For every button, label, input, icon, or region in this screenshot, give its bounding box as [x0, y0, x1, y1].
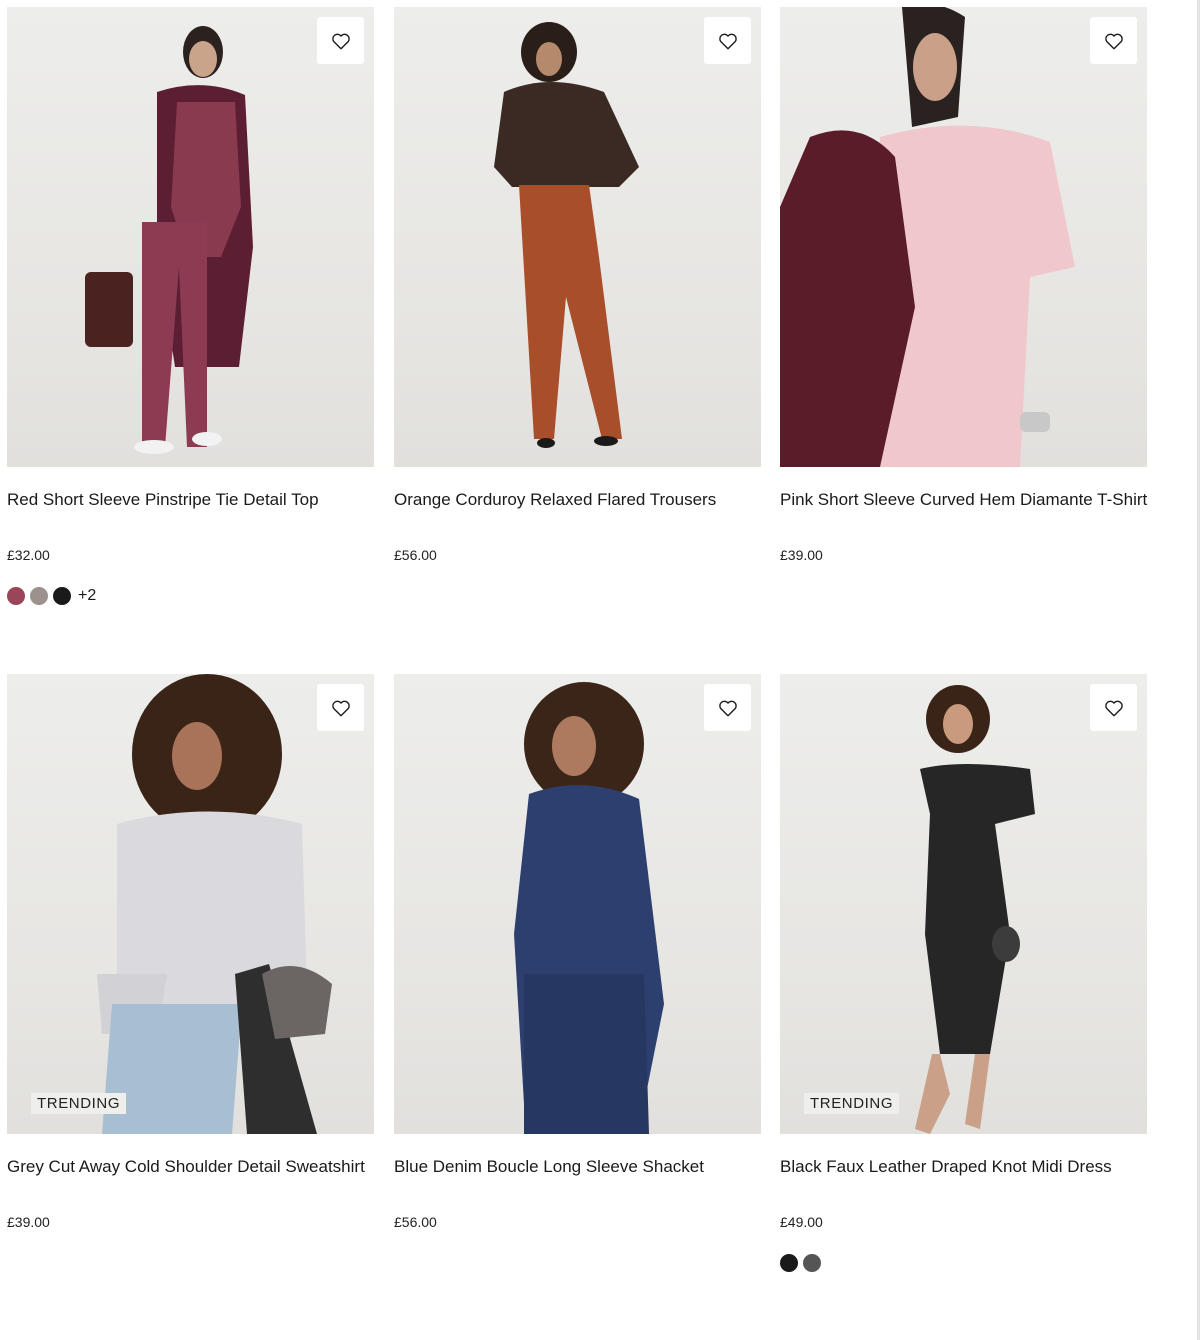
model-photo — [780, 7, 1075, 467]
color-swatches: +2 — [7, 587, 374, 605]
product-title[interactable]: Orange Corduroy Relaxed Flared Trousers — [394, 489, 761, 533]
product-title[interactable]: Blue Denim Boucle Long Sleeve Shacket — [394, 1156, 761, 1200]
wishlist-button[interactable] — [317, 17, 364, 64]
more-colors-link[interactable]: +2 — [78, 587, 96, 605]
product-card[interactable]: TRENDING Grey Cut Away Cold Shoulder Det… — [7, 674, 374, 1230]
heart-outline-icon — [718, 700, 737, 716]
wishlist-button[interactable] — [1090, 684, 1137, 731]
product-title[interactable]: Pink Short Sleeve Curved Hem Diamante T-… — [780, 489, 1147, 533]
trending-badge: TRENDING — [804, 1093, 900, 1114]
product-grid: Red Short Sleeve Pinstripe Tie Detail To… — [0, 0, 1200, 1340]
product-price: £56.00 — [394, 1214, 437, 1230]
product-title[interactable]: Black Faux Leather Draped Knot Midi Dres… — [780, 1156, 1147, 1200]
color-swatch-black[interactable] — [53, 587, 71, 605]
color-swatch-grey[interactable] — [30, 587, 48, 605]
product-price: £39.00 — [780, 547, 823, 563]
color-swatch-black[interactable] — [780, 1254, 798, 1272]
wishlist-button[interactable] — [704, 684, 751, 731]
product-title[interactable]: Red Short Sleeve Pinstripe Tie Detail To… — [7, 489, 374, 533]
product-price: £56.00 — [394, 547, 437, 563]
product-image[interactable]: TRENDING — [7, 674, 374, 1134]
product-title[interactable]: Grey Cut Away Cold Shoulder Detail Sweat… — [7, 1156, 374, 1200]
product-price: £49.00 — [780, 1214, 823, 1230]
product-image[interactable]: TRENDING — [780, 674, 1147, 1134]
model-photo — [85, 26, 253, 454]
product-image[interactable] — [394, 7, 761, 467]
wishlist-button[interactable] — [1090, 17, 1137, 64]
heart-outline-icon — [331, 33, 350, 49]
product-card[interactable]: Red Short Sleeve Pinstripe Tie Detail To… — [7, 7, 374, 605]
color-swatches — [780, 1254, 1147, 1272]
model-photo — [915, 685, 1035, 1134]
color-swatch-dark-grey[interactable] — [803, 1254, 821, 1272]
heart-outline-icon — [718, 33, 737, 49]
trending-badge: TRENDING — [31, 1093, 127, 1114]
product-card[interactable]: Pink Short Sleeve Curved Hem Diamante T-… — [780, 7, 1147, 563]
color-swatch-red[interactable] — [7, 587, 25, 605]
heart-outline-icon — [331, 700, 350, 716]
wishlist-button[interactable] — [317, 684, 364, 731]
product-price: £32.00 — [7, 547, 50, 563]
product-image[interactable] — [394, 674, 761, 1134]
heart-outline-icon — [1104, 700, 1123, 716]
product-card[interactable]: TRENDING Black Faux Leather Draped Knot … — [780, 674, 1147, 1272]
model-photo — [494, 22, 639, 448]
product-card[interactable]: Blue Denim Boucle Long Sleeve Shacket £5… — [394, 674, 761, 1230]
product-image[interactable] — [780, 7, 1147, 467]
heart-outline-icon — [1104, 33, 1123, 49]
product-image[interactable] — [7, 7, 374, 467]
wishlist-button[interactable] — [704, 17, 751, 64]
product-card[interactable]: Orange Corduroy Relaxed Flared Trousers … — [394, 7, 761, 563]
model-photo — [514, 682, 664, 1134]
product-price: £39.00 — [7, 1214, 50, 1230]
model-photo — [97, 674, 332, 1134]
